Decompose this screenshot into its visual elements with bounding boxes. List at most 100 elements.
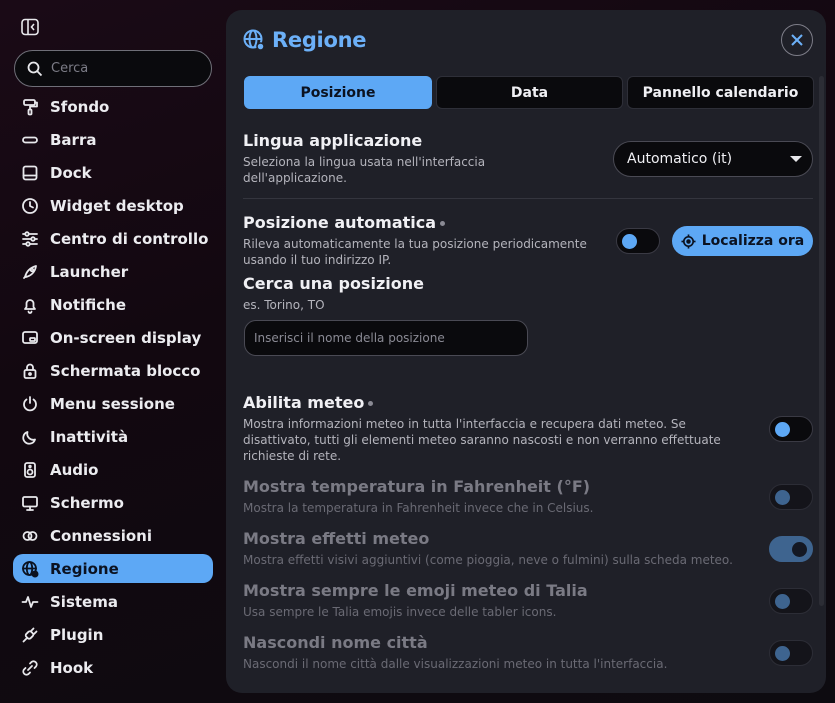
hide-city-title: Nascondi nome città	[243, 633, 428, 652]
sidebar-item-sistema[interactable]: Sistema	[13, 587, 213, 616]
fahrenheit-toggle[interactable]	[769, 484, 813, 510]
sidebar-item-audio[interactable]: Audio	[13, 455, 213, 484]
locate-now-button[interactable]: Localizza ora	[672, 226, 813, 256]
scrollbar[interactable]	[819, 76, 824, 606]
globe-settings-icon	[243, 29, 265, 51]
monitor-icon	[22, 495, 38, 511]
globe-icon	[22, 560, 39, 577]
plug-icon	[22, 627, 38, 642]
tab-bar: Posizione Data Pannello calendario	[244, 76, 814, 109]
emoji-title: Mostra sempre le emoji meteo di Talia	[243, 581, 588, 600]
effects-desc: Mostra effetti visivi aggiuntivi (come p…	[243, 553, 733, 567]
hide-city-desc: Nascondi il nome città dalle visualizzaz…	[243, 657, 668, 671]
crosshair-icon	[681, 233, 696, 249]
sidebar-item-label: Regione	[50, 559, 119, 578]
sidebar-item-schermo[interactable]: Schermo	[13, 488, 213, 517]
sidebar-item-label: Schermata blocco	[50, 361, 201, 380]
dock-icon	[22, 165, 38, 180]
sidebar-item-label: Audio	[50, 460, 99, 479]
search-icon	[27, 61, 43, 76]
weather-toggle[interactable]	[769, 416, 813, 442]
sidebar-item-label: Sfondo	[50, 97, 110, 116]
rocket-icon	[23, 264, 37, 279]
panel-header: Regione	[242, 28, 366, 52]
paint-roller-icon	[23, 98, 38, 115]
close-button[interactable]	[781, 24, 813, 56]
auto-location-title: Posizione automatica	[243, 213, 446, 232]
weather-desc: Mostra informazioni meteo in tutta l'int…	[243, 417, 721, 463]
lock-icon	[23, 363, 37, 379]
info-dot-icon	[368, 401, 374, 406]
tab-data[interactable]: Data	[436, 76, 623, 109]
language-title: Lingua applicazione	[243, 131, 423, 150]
sidebar-item-label: Schermo	[50, 493, 124, 512]
link-icon	[22, 530, 38, 541]
fahrenheit-title: Mostra temperatura in Fahrenheit (°F)	[243, 477, 591, 496]
sidebar-item-label: Launcher	[50, 262, 129, 281]
power-icon	[23, 395, 37, 411]
close-icon	[791, 34, 803, 46]
fahrenheit-desc: Mostra la temperatura in Fahrenheit inve…	[243, 501, 594, 515]
sidebar-item-label: Dock	[50, 163, 92, 182]
weather-title: Abilita meteo	[243, 393, 374, 412]
sidebar-item-label: Sistema	[50, 592, 118, 611]
search-input[interactable]	[51, 61, 201, 76]
hide-city-toggle[interactable]	[769, 640, 813, 666]
sidebar-item-label: Connessioni	[50, 526, 152, 545]
sidebar-item-label: Menu sessione	[50, 394, 175, 413]
search-location-example: es. Torino, TO	[243, 298, 325, 312]
sidebar-toggle-icon[interactable]	[20, 17, 40, 37]
sidebar: Sfondo Barra Dock Widget desktop Centro di c…	[0, 0, 226, 703]
sidebar-item-on-screen-display[interactable]: On-screen display	[13, 323, 213, 352]
sidebar-item-dock[interactable]: Dock	[13, 158, 213, 187]
activity-icon	[21, 595, 39, 608]
sidebar-item-label: Centro di controllo	[50, 229, 209, 248]
sidebar-item-label: Inattività	[50, 427, 129, 446]
sidebar-item-schermata-blocco[interactable]: Schermata blocco	[13, 356, 213, 385]
hook-icon	[22, 659, 38, 676]
emoji-desc: Usa sempre le Talia emojis invece delle …	[243, 605, 557, 619]
sidebar-item-label: Widget desktop	[50, 196, 184, 215]
auto-location-desc: Rileva automaticamente la tua posizione …	[243, 237, 587, 267]
sidebar-item-label: Hook	[50, 658, 94, 677]
sidebar-item-connessioni[interactable]: Connessioni	[13, 521, 213, 550]
sidebar-item-widget-desktop[interactable]: Widget desktop	[13, 191, 213, 220]
language-desc: Seleziona la lingua usata nell'interfacc…	[243, 155, 486, 185]
tab-posizione[interactable]: Posizione	[244, 76, 432, 109]
sidebar-item-menu-sessione[interactable]: Menu sessione	[13, 389, 213, 418]
sidebar-item-centro-di-controllo[interactable]: Centro di controllo	[13, 224, 213, 253]
sidebar-item-label: Notifiche	[50, 295, 127, 314]
search-location-title: Cerca una posizione	[243, 274, 424, 293]
moon-icon	[22, 430, 36, 445]
sidebar-item-regione[interactable]: Regione	[13, 554, 213, 583]
sidebar-item-sfondo[interactable]: Sfondo	[13, 92, 213, 121]
sidebar-item-hook[interactable]: Hook	[13, 653, 213, 682]
sidebar-nav: Sfondo Barra Dock Widget desktop Centro di c…	[13, 92, 213, 686]
sliders-icon	[22, 230, 38, 247]
effects-title: Mostra effetti meteo	[243, 529, 430, 548]
bell-icon	[24, 298, 36, 314]
emoji-toggle[interactable]	[769, 588, 813, 614]
sidebar-item-label: On-screen display	[50, 328, 202, 347]
sidebar-item-launcher[interactable]: Launcher	[13, 257, 213, 286]
effects-toggle[interactable]	[769, 536, 813, 562]
sidebar-item-barra[interactable]: Barra	[13, 125, 213, 154]
speaker-icon	[24, 461, 36, 478]
location-input[interactable]	[244, 320, 528, 356]
bar-icon	[22, 136, 38, 143]
divider	[243, 198, 813, 199]
sidebar-item-inattività[interactable]: Inattività	[13, 422, 213, 451]
sidebar-item-label: Barra	[50, 130, 97, 149]
auto-location-toggle[interactable]	[616, 228, 660, 254]
sidebar-item-notifiche[interactable]: Notifiche	[13, 290, 213, 319]
language-dropdown[interactable]: Automatico (it)	[613, 141, 813, 177]
search-box[interactable]	[14, 50, 212, 87]
chevron-down-icon	[790, 156, 802, 162]
region-panel: Regione Posizione Data Pannello calendar…	[226, 10, 826, 693]
language-value: Automatico (it)	[627, 151, 733, 167]
clock-icon	[22, 197, 38, 214]
osd-icon	[22, 330, 38, 344]
sidebar-item-plugin[interactable]: Plugin	[13, 620, 213, 649]
page-title: Regione	[272, 28, 367, 52]
tab-pannello-calendario[interactable]: Pannello calendario	[627, 76, 814, 109]
